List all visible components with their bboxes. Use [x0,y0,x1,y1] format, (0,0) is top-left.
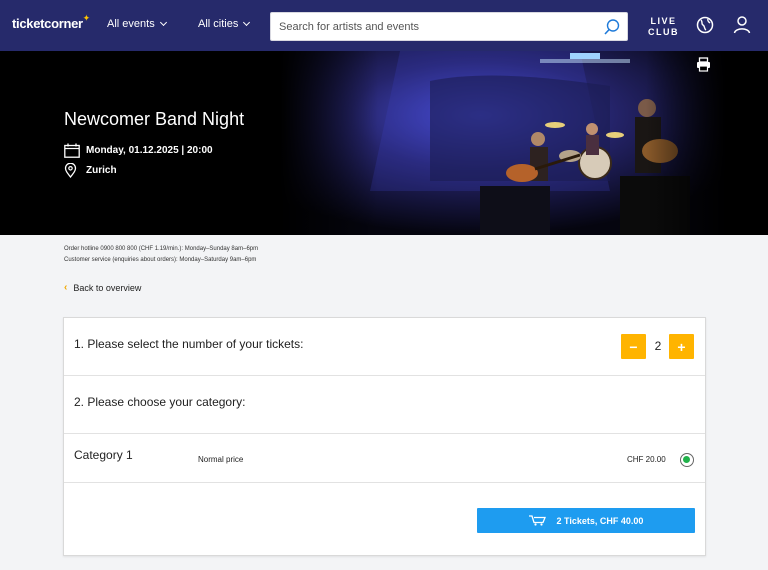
event-title: Newcomer Band Night [64,109,245,129]
live-club-line1: LIVE [650,16,677,26]
buy-button-label: 2 Tickets, CHF 40.00 [556,515,644,526]
cart-icon [528,515,546,526]
chevron-down-icon [159,18,167,27]
step1-heading: 1. Please select the number of your tick… [74,337,304,351]
event-location: Zurich [86,165,117,176]
back-to-overview-link[interactable]: ‹ Back to overview [64,282,141,293]
location-pin-icon [64,163,77,178]
radio-selected-dot [683,456,690,463]
event-date-row: Monday, 01.12.2025 | 20:00 [64,143,213,158]
category-radio-button[interactable] [680,453,694,467]
top-navigation-bar: ticketcorner✦ All events All cities LIVE… [0,0,768,51]
divider [64,375,705,376]
customer-service-info: Customer service (enquiries about orders… [64,257,257,263]
increase-quantity-button[interactable]: + [669,334,694,359]
category-price: CHF 20.00 [627,455,666,464]
nav-all-cities-label: All cities [198,18,239,30]
live-club-line2: CLUB [648,27,679,37]
decrease-quantity-button[interactable]: − [621,334,646,359]
event-location-row: Zurich [64,163,117,178]
search-bar [270,12,628,41]
back-to-overview-label: Back to overview [73,282,142,293]
nav-all-cities[interactable]: All cities [198,18,251,30]
globe-icon[interactable] [696,16,714,34]
search-input[interactable] [279,19,599,35]
calendar-icon [64,143,80,158]
chevron-left-icon: ‹ [64,282,68,293]
order-hotline-info: Order hotline 0900 800 800 (CHF 1.19/min… [64,246,259,252]
step2-heading: 2. Please choose your category: [74,395,246,409]
logo-text: ticketcorner [12,16,83,31]
divider [64,482,705,483]
chevron-down-icon [243,18,251,27]
ticketcorner-logo[interactable]: ticketcorner ✦ [12,13,90,31]
category-name: Category 1 [74,448,133,462]
divider [64,433,705,434]
search-icon[interactable] [603,18,621,36]
nav-all-events-label: All events [107,18,155,30]
event-hero-banner: Newcomer Band Night Monday, 01.12.2025 |… [0,51,768,235]
concert-stage-photo [280,51,726,235]
category-price-type: Normal price [198,455,244,464]
ticket-quantity: 2 [654,339,662,353]
nav-all-events[interactable]: All events [107,18,167,30]
live-club-link[interactable]: LIVE CLUB [648,17,679,37]
user-account-icon[interactable] [733,15,751,34]
event-date: Monday, 01.12.2025 | 20:00 [86,145,213,156]
logo-star-icon: ✦ [82,13,91,23]
print-icon[interactable] [696,57,711,72]
ticket-selection-card: 1. Please select the number of your tick… [63,317,706,556]
add-tickets-to-cart-button[interactable]: 2 Tickets, CHF 40.00 [477,508,695,533]
